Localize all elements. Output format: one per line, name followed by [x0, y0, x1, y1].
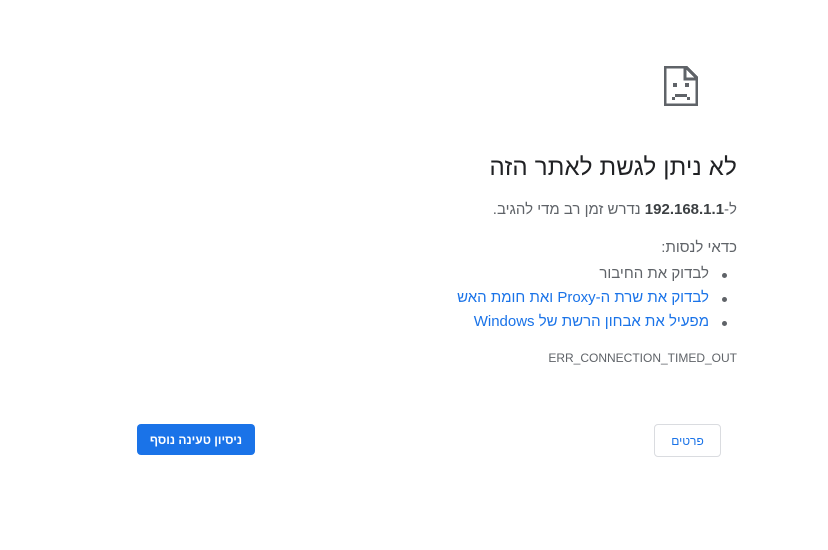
error-code: ERR_CONNECTION_TIMED_OUT — [548, 351, 737, 365]
suggestion-network-diagnostics-link[interactable]: מפעיל את אבחון הרשת של Windows — [474, 313, 709, 330]
details-button[interactable]: פרטים — [654, 424, 721, 457]
description-suffix: נדרש זמן רב מדי להגיב. — [492, 201, 645, 218]
suggestion-check-proxy-link[interactable]: לבדוק את שרת ה-Proxy ואת חומת האש — [457, 289, 709, 306]
error-title: לא ניתן לגשת לאתר הזה — [489, 154, 737, 181]
suggestions-label: כדאי לנסות: — [661, 239, 737, 256]
list-item: לבדוק את החיבור — [137, 262, 727, 286]
suggestion-check-connection: לבדוק את החיבור — [599, 265, 709, 282]
list-item: מפעיל את אבחון הרשת של Windows — [137, 310, 727, 334]
error-page: לא ניתן לגשת לאתר הזה ל-192.168.1.1 נדרש… — [0, 0, 828, 550]
description-prefix: ל- — [724, 201, 737, 218]
list-item: לבדוק את שרת ה-Proxy ואת חומת האש — [137, 286, 727, 310]
suggestions-list: לבדוק את החיבור לבדוק את שרת ה-Proxy ואת… — [137, 262, 737, 334]
error-description: ל-192.168.1.1 נדרש זמן רב מדי להגיב. — [137, 200, 737, 220]
sad-page-icon — [663, 65, 699, 107]
reload-button[interactable]: ניסיון טעינה נוסף — [137, 424, 255, 455]
host-name: 192.168.1.1 — [644, 201, 725, 218]
error-content: לא ניתן לגשת לאתר הזה ל-192.168.1.1 נדרש… — [137, 150, 737, 366]
